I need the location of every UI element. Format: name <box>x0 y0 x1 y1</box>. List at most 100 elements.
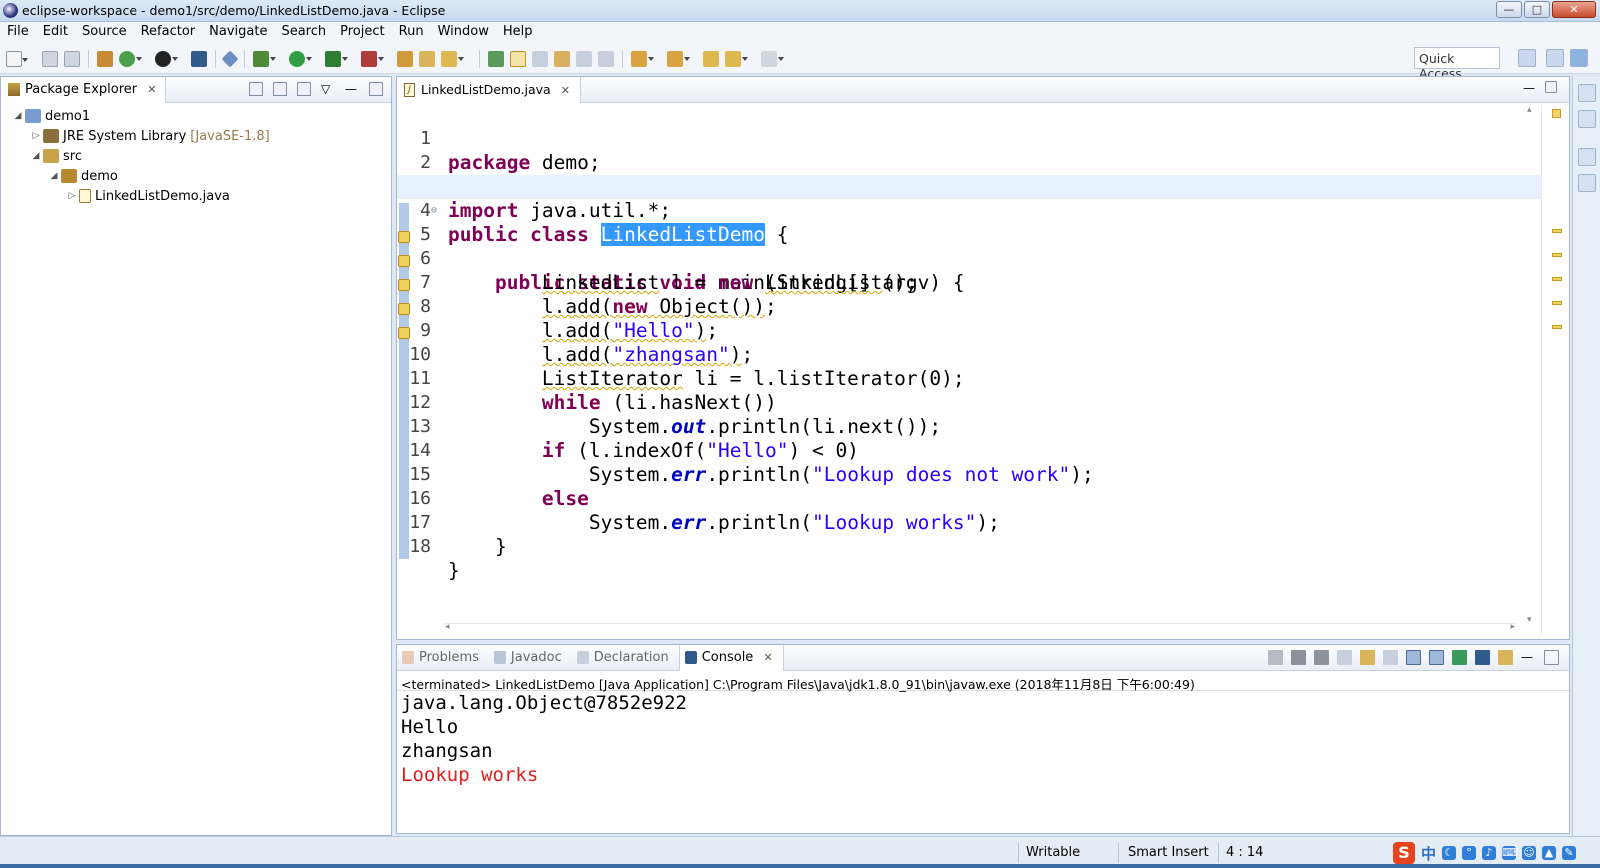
maximize-button[interactable]: □ <box>1524 1 1550 18</box>
scroll-up-icon[interactable]: ▴ <box>1527 105 1532 115</box>
microphone-icon[interactable]: ♪ <box>1482 846 1497 860</box>
menu-navigate[interactable]: Navigate <box>202 22 274 42</box>
minimize-view-icon[interactable]: — <box>1521 650 1536 665</box>
refresh-icon[interactable] <box>119 51 142 67</box>
tree-item-linkedlistdemo[interactable]: ▷ LinkedListDemo.java <box>1 186 391 206</box>
display-console-icon[interactable] <box>1475 650 1490 665</box>
code-area[interactable]: 1 package demo; 2 3 import java.util.*; … <box>397 103 1541 615</box>
paragraph-icon[interactable] <box>598 51 614 67</box>
scroll-left-icon[interactable]: ◂ <box>445 622 450 632</box>
scroll-lock-icon[interactable] <box>1360 650 1375 665</box>
coverage-icon[interactable] <box>325 51 348 67</box>
editor-horizontal-scrollbar[interactable]: ◂ ▸ <box>445 622 1515 635</box>
close-button[interactable]: ✕ <box>1552 1 1596 18</box>
sogou-logo-icon[interactable]: S <box>1393 842 1415 864</box>
restore-icon[interactable] <box>1577 84 1596 102</box>
external-tools-icon[interactable] <box>361 51 384 67</box>
console-toggle-icon[interactable] <box>191 51 207 67</box>
next-annotation-icon[interactable] <box>631 51 654 67</box>
expand-twisty-icon[interactable]: ◢ <box>13 111 23 121</box>
new-icon[interactable] <box>6 51 28 67</box>
editor-vertical-scrollbar[interactable]: ▴ ▾ <box>1525 105 1539 625</box>
remove-all-launches-icon[interactable] <box>1314 650 1329 665</box>
menu-run[interactable]: Run <box>392 22 431 42</box>
save-icon[interactable] <box>42 51 58 67</box>
open-type-icon[interactable] <box>397 51 413 67</box>
tools-icon[interactable]: ✎ <box>1562 846 1577 860</box>
remove-launch-icon[interactable] <box>1291 650 1306 665</box>
overview-warning-mark[interactable] <box>1552 229 1562 233</box>
overview-warning-mark[interactable] <box>1552 301 1562 305</box>
task-list-icon[interactable] <box>1577 110 1596 128</box>
tab-declaration[interactable]: Declaration <box>572 645 679 671</box>
minimize-button[interactable]: — <box>1496 1 1522 18</box>
menu-file[interactable]: File <box>0 22 36 42</box>
tree-item-jre[interactable]: ▷ JRE System Library [JavaSE-1.8] <box>1 126 391 146</box>
moon-icon[interactable]: ☾ <box>1442 846 1457 860</box>
focus-task-icon[interactable] <box>297 82 311 96</box>
quick-access-field[interactable]: Quick Access <box>1414 47 1500 81</box>
punctuation-icon[interactable]: ° <box>1462 846 1477 860</box>
word-wrap-icon[interactable] <box>532 51 548 67</box>
console-output[interactable]: java.lang.Object@7852e922 Hello zhangsan… <box>397 691 1569 787</box>
view-menu-icon[interactable]: ▽ <box>321 82 335 96</box>
overview-warning-mark[interactable] <box>1552 277 1562 281</box>
tree-item-src[interactable]: ◢ src <box>1 146 391 166</box>
last-edit-icon[interactable] <box>703 51 719 67</box>
user-icon[interactable]: ☺ <box>1522 846 1537 860</box>
tree-item-demo1[interactable]: ◢ demo1 <box>1 106 391 126</box>
open-perspective-button-icon[interactable] <box>1518 49 1536 67</box>
tree-item-demo-package[interactable]: ◢ demo <box>1 166 391 186</box>
close-tab-icon[interactable]: ✕ <box>147 83 156 96</box>
save-all-icon[interactable] <box>64 51 80 67</box>
previous-annotation-icon[interactable] <box>667 51 690 67</box>
skip-breakpoints-icon[interactable] <box>221 50 239 68</box>
minimize-editor-icon[interactable]: — <box>1523 81 1535 95</box>
expand-twisty-icon[interactable]: ◢ <box>31 151 41 161</box>
fold-icon[interactable]: ⊖ <box>431 199 437 223</box>
close-tab-icon[interactable]: ✕ <box>763 651 772 664</box>
menu-window[interactable]: Window <box>431 22 496 42</box>
keyboard-icon[interactable]: ⌨ <box>1502 846 1518 860</box>
open-perspective-icon[interactable] <box>97 51 113 67</box>
show-whitespace-icon[interactable] <box>576 51 592 67</box>
forward-icon[interactable] <box>761 51 784 67</box>
maximize-view-icon[interactable] <box>369 82 383 96</box>
collapse-twisty-icon[interactable]: ▷ <box>67 191 77 201</box>
back-icon[interactable] <box>725 51 748 67</box>
overview-warning-mark[interactable] <box>1552 253 1562 257</box>
terminate-icon[interactable] <box>1268 650 1283 665</box>
outline-icon[interactable] <box>1577 174 1596 192</box>
menu-project[interactable]: Project <box>333 22 391 42</box>
collapse-all-icon[interactable] <box>249 82 263 96</box>
pin-console-icon[interactable] <box>1452 650 1467 665</box>
skin-icon[interactable]: ▲ <box>1542 846 1557 860</box>
java-perspective-icon[interactable] <box>1570 49 1588 67</box>
tab-problems[interactable]: Problems <box>397 645 489 671</box>
maximize-view-icon[interactable] <box>1544 650 1559 665</box>
warnings-summary-icon[interactable] <box>1552 109 1561 118</box>
show-on-stderr-icon[interactable] <box>1429 650 1444 665</box>
link-with-editor-icon[interactable] <box>273 82 287 96</box>
open-task-icon[interactable] <box>419 51 435 67</box>
tab-linkedlistdemo-java[interactable]: J LinkedListDemo.java ✕ <box>397 77 581 103</box>
minimize-view-icon[interactable]: — <box>345 82 359 96</box>
tab-javadoc[interactable]: Javadoc <box>489 645 572 671</box>
open-console-icon[interactable] <box>1498 650 1513 665</box>
status-insert-mode[interactable]: Smart Insert <box>1128 845 1209 860</box>
overview-ruler[interactable] <box>1541 105 1567 635</box>
search-icon[interactable] <box>441 51 464 67</box>
mark-occurrences-icon[interactable] <box>510 51 526 67</box>
menu-search[interactable]: Search <box>274 22 333 42</box>
scroll-right-icon[interactable]: ▸ <box>1510 622 1515 632</box>
run-icon[interactable] <box>289 51 312 67</box>
menu-refactor[interactable]: Refactor <box>134 22 203 42</box>
collapse-twisty-icon[interactable]: ▷ <box>31 131 41 141</box>
maximize-editor-icon[interactable] <box>1545 81 1557 93</box>
menu-edit[interactable]: Edit <box>36 22 75 42</box>
menu-help[interactable]: Help <box>496 22 540 42</box>
profile-icon[interactable] <box>155 51 178 67</box>
close-tab-icon[interactable]: ✕ <box>561 84 570 97</box>
restore-icon[interactable] <box>1577 148 1596 166</box>
debug-icon[interactable] <box>253 51 276 67</box>
